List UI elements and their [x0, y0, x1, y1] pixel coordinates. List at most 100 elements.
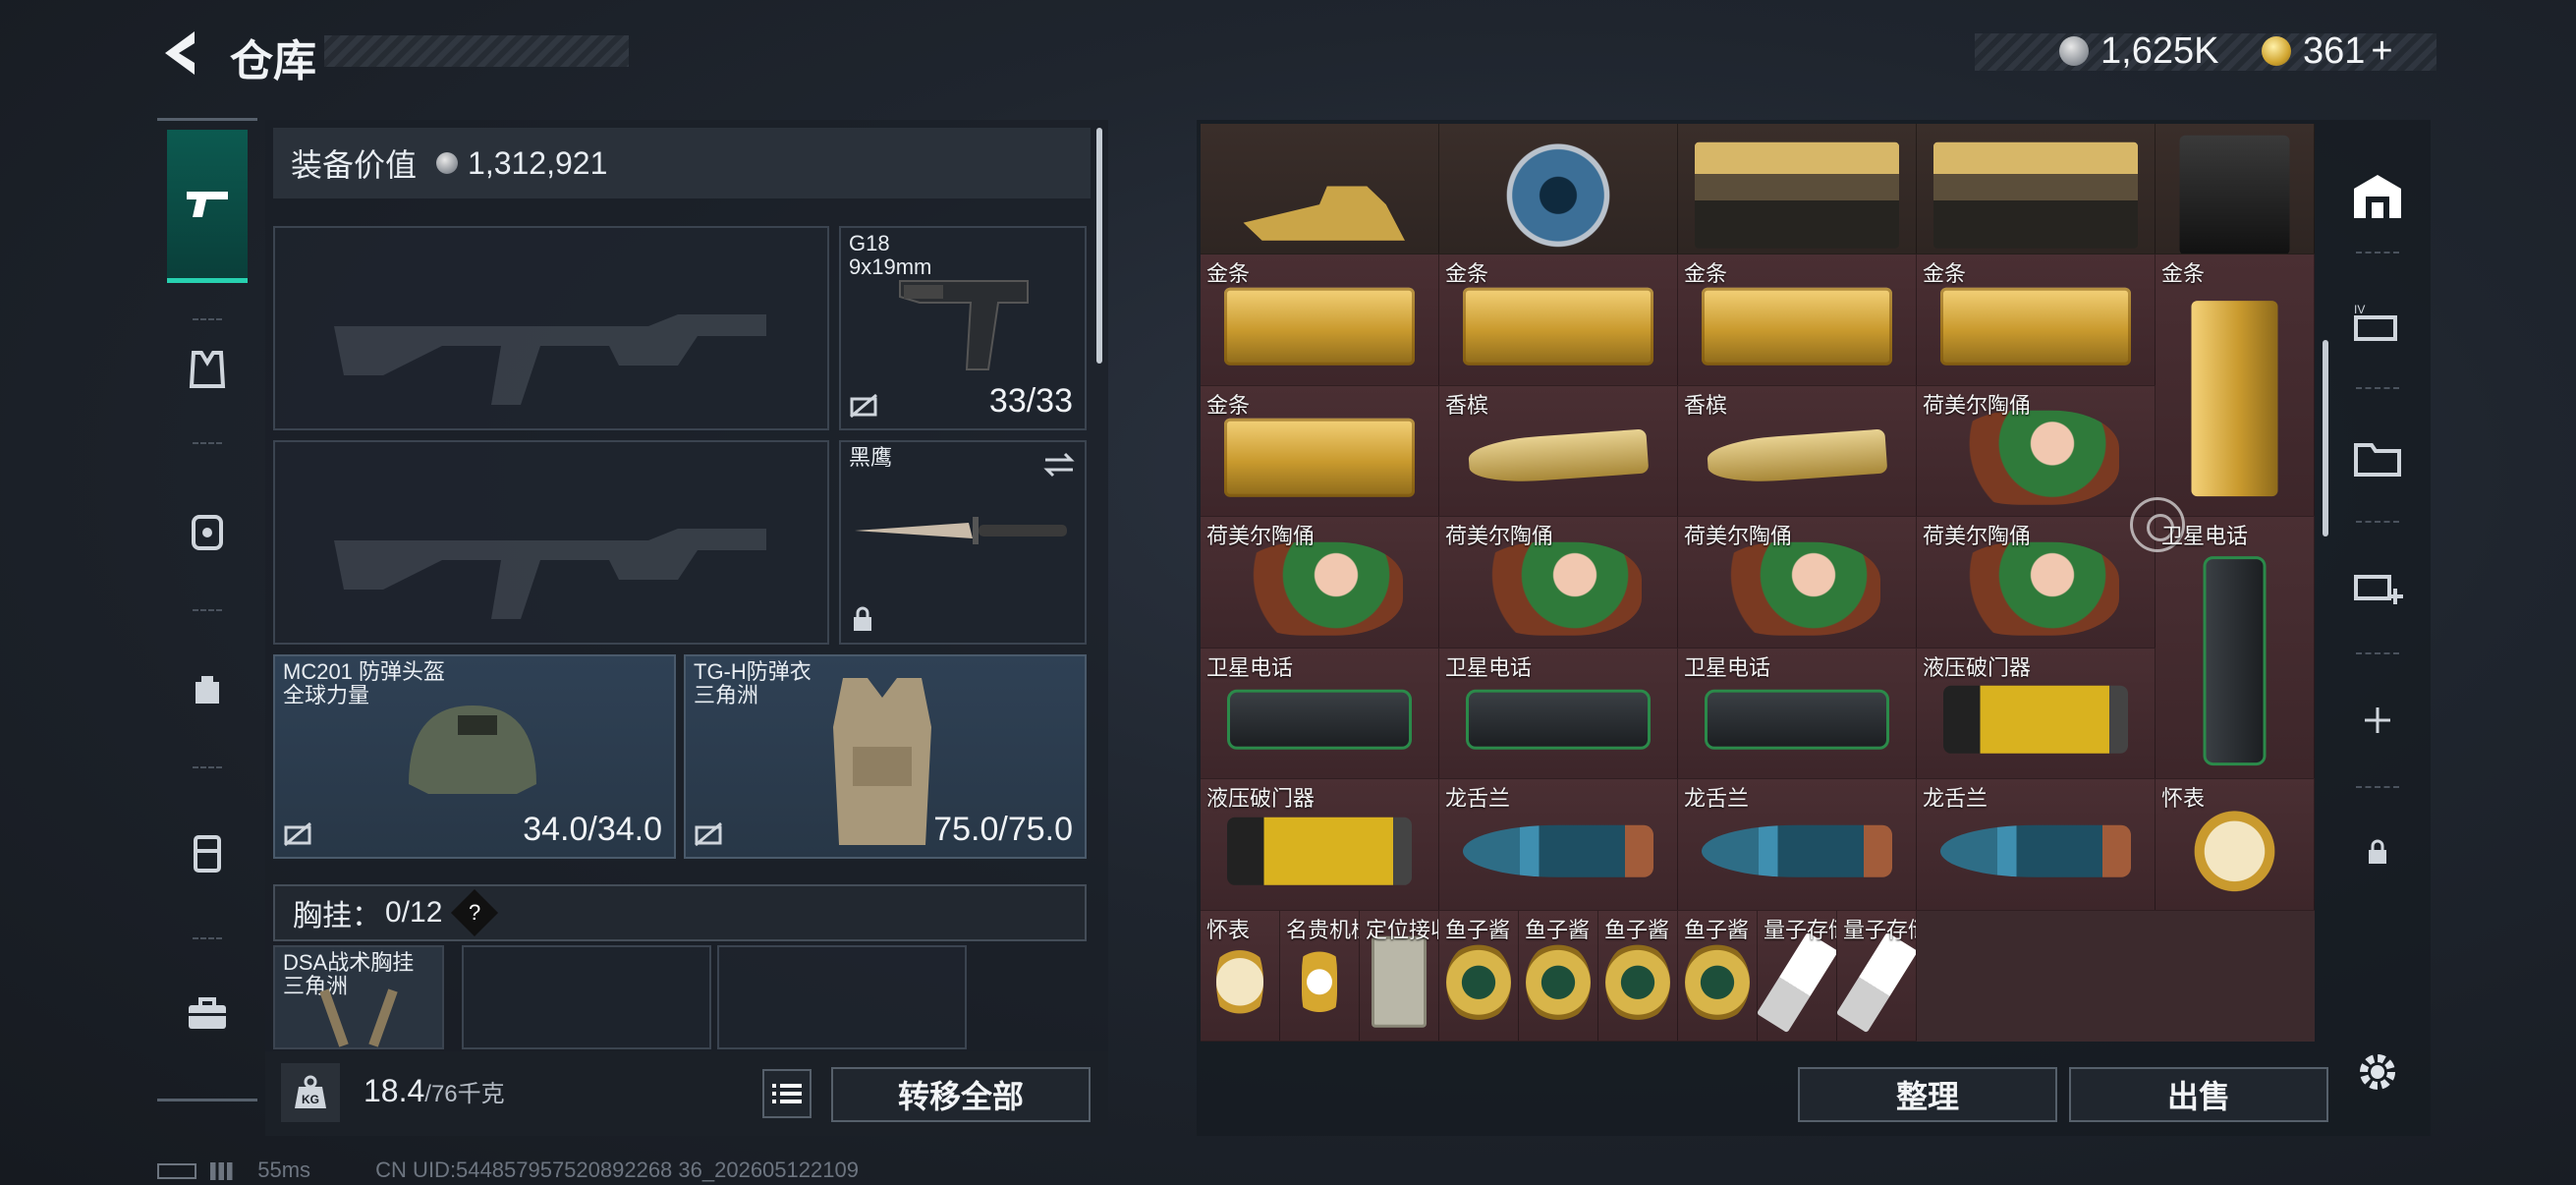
- stash-tab-main[interactable]: [2338, 151, 2417, 240]
- rig-empty-slot[interactable]: [717, 945, 967, 1049]
- sidebar-divider: [193, 766, 222, 768]
- stash-item-label: 荷美尔陶俑: [1923, 392, 2032, 418]
- tab-case[interactable]: [167, 794, 248, 912]
- helmet-slot[interactable]: MC201 防弹头盔 全球力量 34.0/34.0: [273, 654, 676, 859]
- back-icon[interactable]: [155, 28, 204, 79]
- stash-tab-add[interactable]: [2338, 542, 2417, 631]
- rig-item[interactable]: DSA战术胸挂 三角洲: [273, 945, 444, 1049]
- stash-item-label: 龙舌兰: [1923, 786, 1988, 812]
- stash-item[interactable]: 名贵机械表: [1280, 910, 1360, 1042]
- armor-slot[interactable]: TG-H防弹衣 三角洲 75.0/75.0: [684, 654, 1087, 859]
- stash-item[interactable]: 龙舌兰: [1678, 779, 1917, 911]
- signal-icon: [210, 1162, 239, 1181]
- stash-item[interactable]: 香槟: [1678, 385, 1917, 518]
- stash-item[interactable]: 卫星电话: [2156, 517, 2315, 780]
- pouch-icon: [196, 676, 219, 704]
- stash-item[interactable]: 金条: [1917, 254, 2156, 386]
- stash-item[interactable]: 定位接收器: [1360, 910, 1439, 1042]
- stash-item[interactable]: 怀表: [2156, 779, 2315, 911]
- backpack-icon: [192, 515, 223, 550]
- stash-item[interactable]: [1917, 124, 2156, 255]
- stash-item[interactable]: 金条: [2156, 254, 2315, 518]
- silver-amount: 1,625K: [2100, 29, 2219, 72]
- help-icon[interactable]: ?: [451, 888, 499, 937]
- sell-button[interactable]: 出售: [2069, 1067, 2328, 1122]
- stash-item[interactable]: 量子存储: [1837, 910, 1917, 1042]
- secondary-weapon-slot[interactable]: G18 9x19mm 33/33: [839, 226, 1087, 430]
- tab-toolbox[interactable]: [167, 955, 248, 1073]
- stash-item-label: 香槟: [1684, 392, 1728, 418]
- helmet-icon: [409, 705, 536, 794]
- melee-slot[interactable]: 黑鹰: [839, 440, 1087, 645]
- stash-item[interactable]: 荷美尔陶俑: [1678, 517, 1917, 649]
- stash-item[interactable]: 卫星电话: [1439, 648, 1678, 780]
- stash-item[interactable]: 龙舌兰: [1439, 779, 1678, 911]
- stash-item-label: 怀表: [2161, 786, 2206, 812]
- tab-vest[interactable]: [167, 310, 248, 428]
- stash-item[interactable]: 龙舌兰: [1917, 779, 2156, 911]
- weight-capacity: /76千克: [424, 1081, 505, 1107]
- equipment-scrollbar[interactable]: [1096, 128, 1102, 364]
- primary-weapon-slot-2[interactable]: [273, 440, 829, 645]
- locked-stash-tab[interactable]: [2338, 808, 2417, 896]
- stash-item[interactable]: 荷美尔陶俑: [1439, 517, 1678, 649]
- stash-item-label: 荷美尔陶俑: [1684, 524, 1793, 549]
- stash-item[interactable]: 液压破门器: [1917, 648, 2156, 780]
- chest-rig-label: 胸挂：: [293, 900, 381, 932]
- stash-item[interactable]: 卫星电话: [1201, 648, 1439, 780]
- rig-empty-slot[interactable]: [462, 945, 711, 1049]
- primary-weapon-slot[interactable]: [273, 226, 829, 430]
- gold-plus[interactable]: +: [2371, 30, 2392, 73]
- silver-coin-icon: [436, 152, 459, 174]
- tab-pouch[interactable]: [167, 629, 248, 747]
- stash-item[interactable]: 金条: [1201, 385, 1439, 518]
- stash-tab-iv-icon: IV: [2354, 303, 2397, 341]
- stash-item[interactable]: 鱼子酱: [1678, 910, 1758, 1042]
- stash-item[interactable]: 荷美尔陶俑: [1201, 517, 1439, 649]
- stash-tab-iv[interactable]: IV: [2338, 279, 2417, 367]
- chest-rig-icon: [319, 988, 398, 1047]
- stash-item-label: 金条: [1206, 392, 1251, 418]
- stash-tab-folder[interactable]: [2338, 413, 2417, 501]
- list-view-button[interactable]: [762, 1069, 812, 1118]
- stash-item[interactable]: 金条: [1201, 254, 1439, 386]
- stash-item[interactable]: 卫星电话: [1678, 648, 1917, 780]
- stash-item[interactable]: 鱼子酱: [1439, 910, 1519, 1042]
- goldbarv-icon: [2156, 268, 2314, 517]
- stash-item[interactable]: 金条: [1439, 254, 1678, 386]
- stash-item[interactable]: 鱼子酱: [1598, 910, 1678, 1042]
- swap-icon[interactable]: [1041, 450, 1077, 480]
- stash-item[interactable]: 鱼子酱: [1519, 910, 1598, 1042]
- chest-rig-bar[interactable]: 胸挂： 0/12 ?: [273, 884, 1087, 941]
- stash-scrollbar[interactable]: [2323, 340, 2328, 536]
- stash-item[interactable]: 荷美尔陶俑: [1917, 517, 2156, 649]
- stash-item[interactable]: [1201, 124, 1439, 255]
- toolbox-icon: [189, 997, 226, 1029]
- tab-weapons[interactable]: [167, 130, 248, 283]
- tab-divider: [2356, 786, 2399, 788]
- stash-item[interactable]: [2156, 124, 2315, 255]
- stash-item[interactable]: [1439, 124, 1678, 255]
- stash-item-label: 龙舌兰: [1445, 786, 1511, 812]
- stash-item-label: 定位接收器: [1366, 917, 1438, 942]
- phonev-icon: [2156, 531, 2314, 779]
- rifle-silhouette-icon: [334, 314, 766, 405]
- stash-item[interactable]: 香槟: [1439, 385, 1678, 518]
- sort-button[interactable]: 整理: [1798, 1067, 2057, 1122]
- stash-item[interactable]: 液压破门器: [1201, 779, 1439, 911]
- stash-item[interactable]: 荷美尔陶俑: [1917, 385, 2156, 518]
- stash-item[interactable]: [1678, 124, 1917, 255]
- tab-backpack[interactable]: [167, 472, 248, 590]
- stash-item-label: 金条: [1206, 261, 1251, 287]
- add-stash-tab[interactable]: [2338, 676, 2417, 764]
- stash-item-label: 卫星电话: [1684, 654, 1771, 680]
- stash-item[interactable]: 金条: [1678, 254, 1917, 386]
- rig-item-name: DSA战术胸挂: [283, 950, 415, 975]
- transfer-all-button[interactable]: 转移全部: [831, 1067, 1091, 1122]
- stash-item-label: 龙舌兰: [1684, 786, 1750, 812]
- gold-currency[interactable]: 361 +: [2262, 29, 2393, 73]
- title-decoration: [324, 35, 629, 67]
- stash-item[interactable]: 怀表: [1201, 910, 1280, 1042]
- stash-item[interactable]: 量子存储: [1758, 910, 1837, 1042]
- settings-button[interactable]: [2338, 1028, 2417, 1116]
